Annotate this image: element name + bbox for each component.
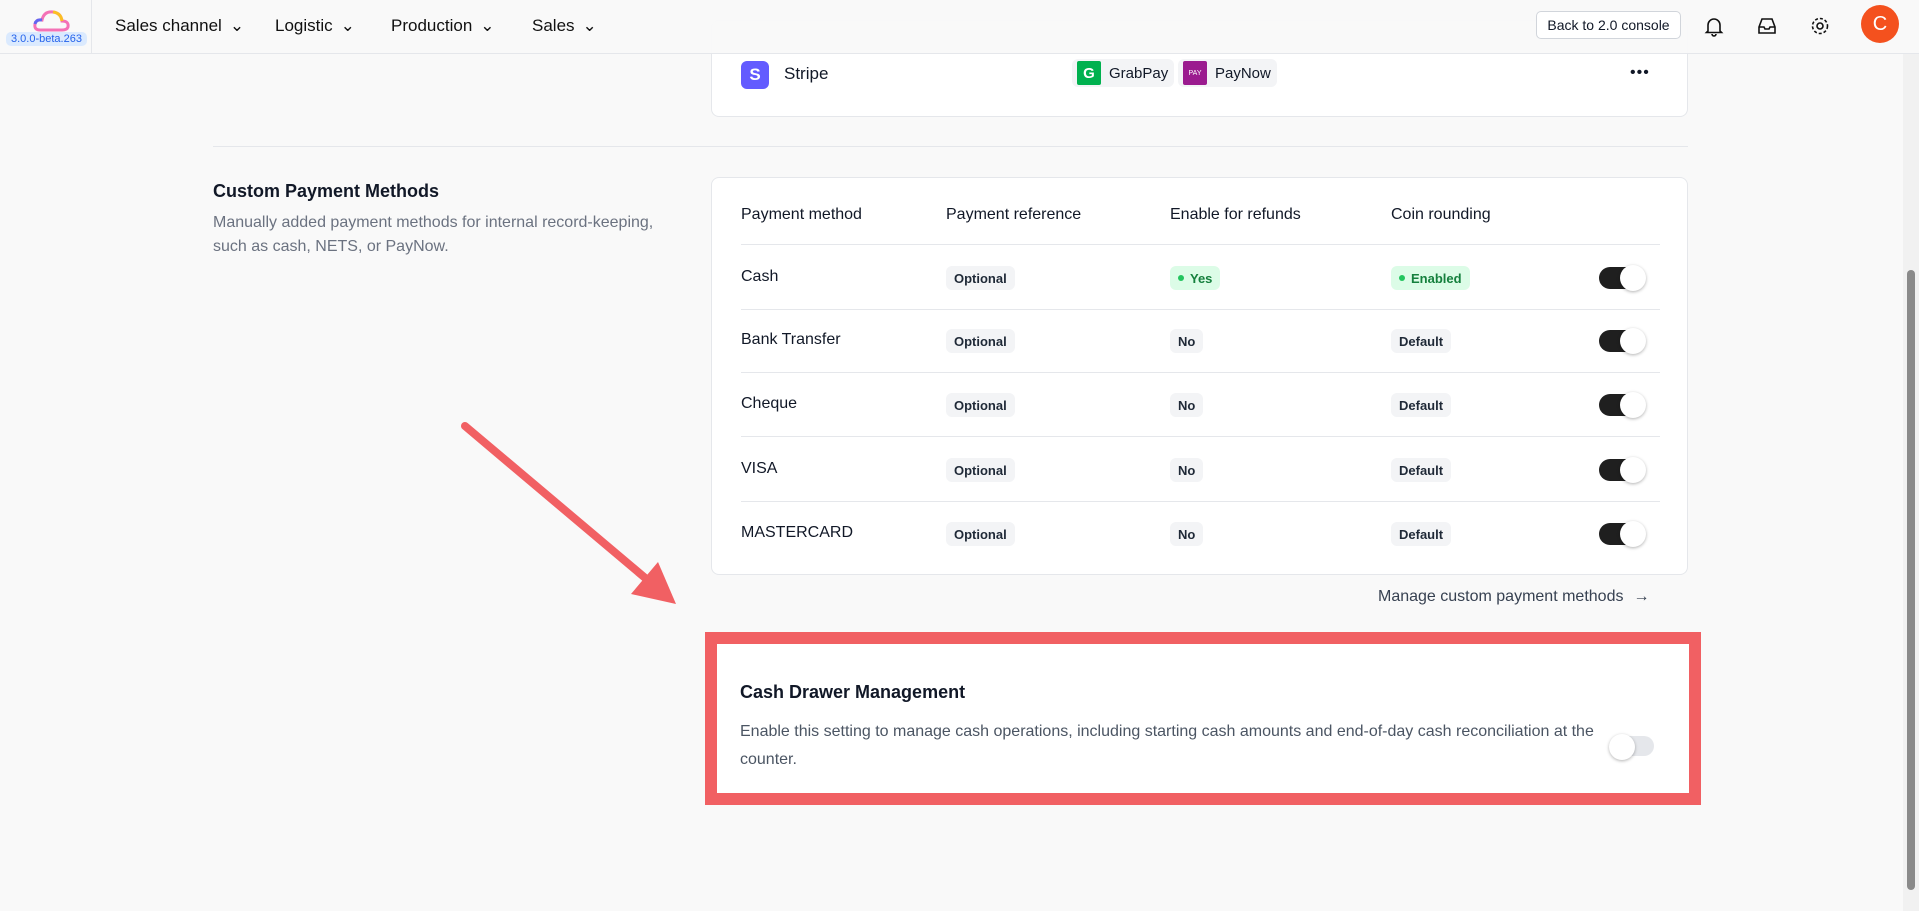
chevron-down-icon: ⌄ [480, 16, 495, 35]
gear-icon[interactable] [1808, 14, 1832, 38]
scrollbar-thumb[interactable] [1907, 270, 1915, 890]
divider [91, 0, 92, 54]
scrollbar[interactable] [1903, 0, 1919, 911]
top-bar: 3.0.0-beta.263 Sales channel ⌄ Logistic ⌄ … [0, 0, 1919, 54]
annotation-arrow [461, 422, 676, 604]
nav-label: Sales [532, 16, 575, 35]
nav-label: Production [391, 16, 473, 35]
nav-sales[interactable]: Sales ⌄ [532, 16, 597, 36]
logo-icon[interactable] [32, 8, 72, 34]
chevron-down-icon: ⌄ [340, 16, 355, 35]
chevron-down-icon: ⌄ [582, 16, 597, 35]
nav-label: Sales channel [115, 16, 222, 35]
chevron-down-icon: ⌄ [229, 16, 245, 35]
nav-production[interactable]: Production ⌄ [391, 16, 495, 36]
nav-label: Logistic [275, 16, 333, 35]
nav-logistic[interactable]: Logistic ⌄ [275, 16, 355, 36]
avatar[interactable]: C [1861, 5, 1899, 43]
inbox-icon[interactable] [1755, 14, 1779, 38]
back-to-console-button[interactable]: Back to 2.0 console [1536, 11, 1681, 39]
nav-sales-channel[interactable]: Sales channel ⌄ [115, 16, 244, 36]
bell-icon[interactable] [1702, 14, 1726, 38]
version-badge: 3.0.0-beta.263 [6, 32, 87, 46]
